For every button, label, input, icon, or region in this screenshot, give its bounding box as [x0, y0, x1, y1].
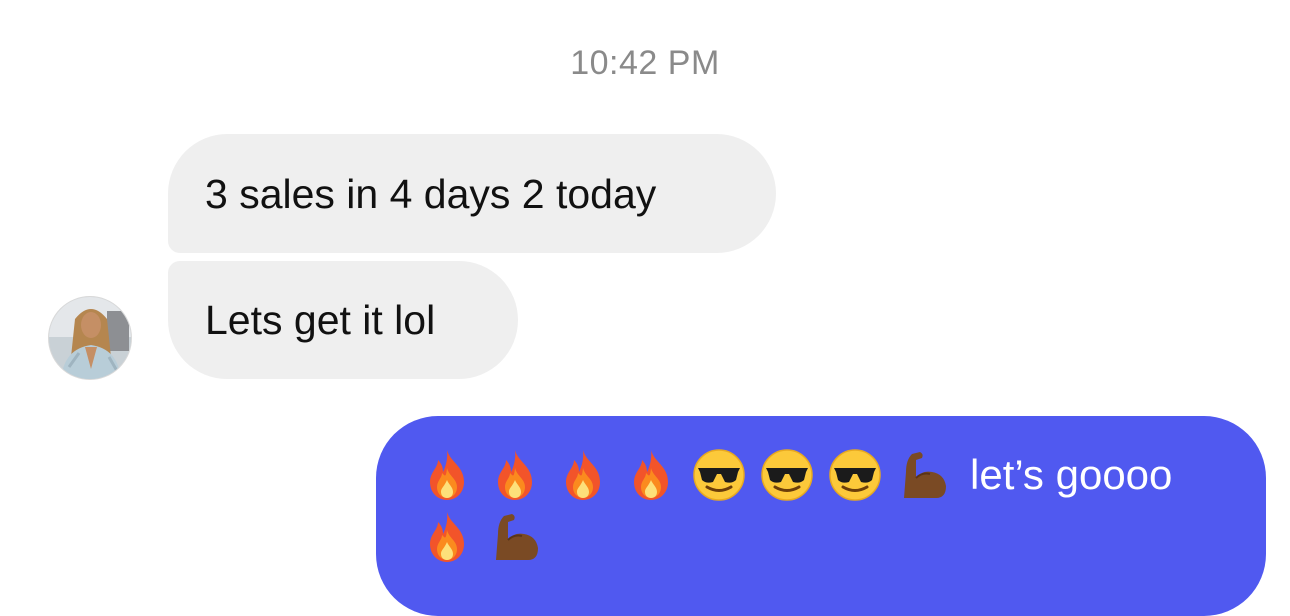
message-text: 3 sales in 4 days 2 today: [205, 170, 657, 217]
incoming-message-bubble[interactable]: 3 sales in 4 days 2 today: [168, 134, 776, 253]
sunglasses-face-icon: [761, 449, 813, 501]
fire-icon: [634, 450, 668, 500]
fire-icon: [566, 450, 600, 500]
sunglasses-face-icon: [693, 449, 745, 501]
profile-photo-icon: [49, 297, 131, 379]
sender-avatar[interactable]: [48, 296, 132, 380]
sunglasses-face-icon: [829, 449, 881, 501]
message-timestamp: 10:42 PM: [570, 44, 720, 82]
fire-icon: [430, 512, 464, 562]
emoji-line: [420, 506, 1226, 568]
emoji-line: let’s goooo: [420, 444, 1226, 506]
fire-icon: [430, 450, 464, 500]
incoming-message-bubble[interactable]: Lets get it lol: [168, 261, 518, 379]
message-text: Lets get it lol: [205, 297, 436, 343]
flexed-biceps-icon: [904, 452, 946, 498]
fire-icon: [498, 450, 532, 500]
message-text: let’s goooo: [970, 451, 1173, 498]
outgoing-message-bubble[interactable]: let’s goooo: [376, 416, 1266, 616]
flexed-biceps-icon: [496, 514, 538, 560]
